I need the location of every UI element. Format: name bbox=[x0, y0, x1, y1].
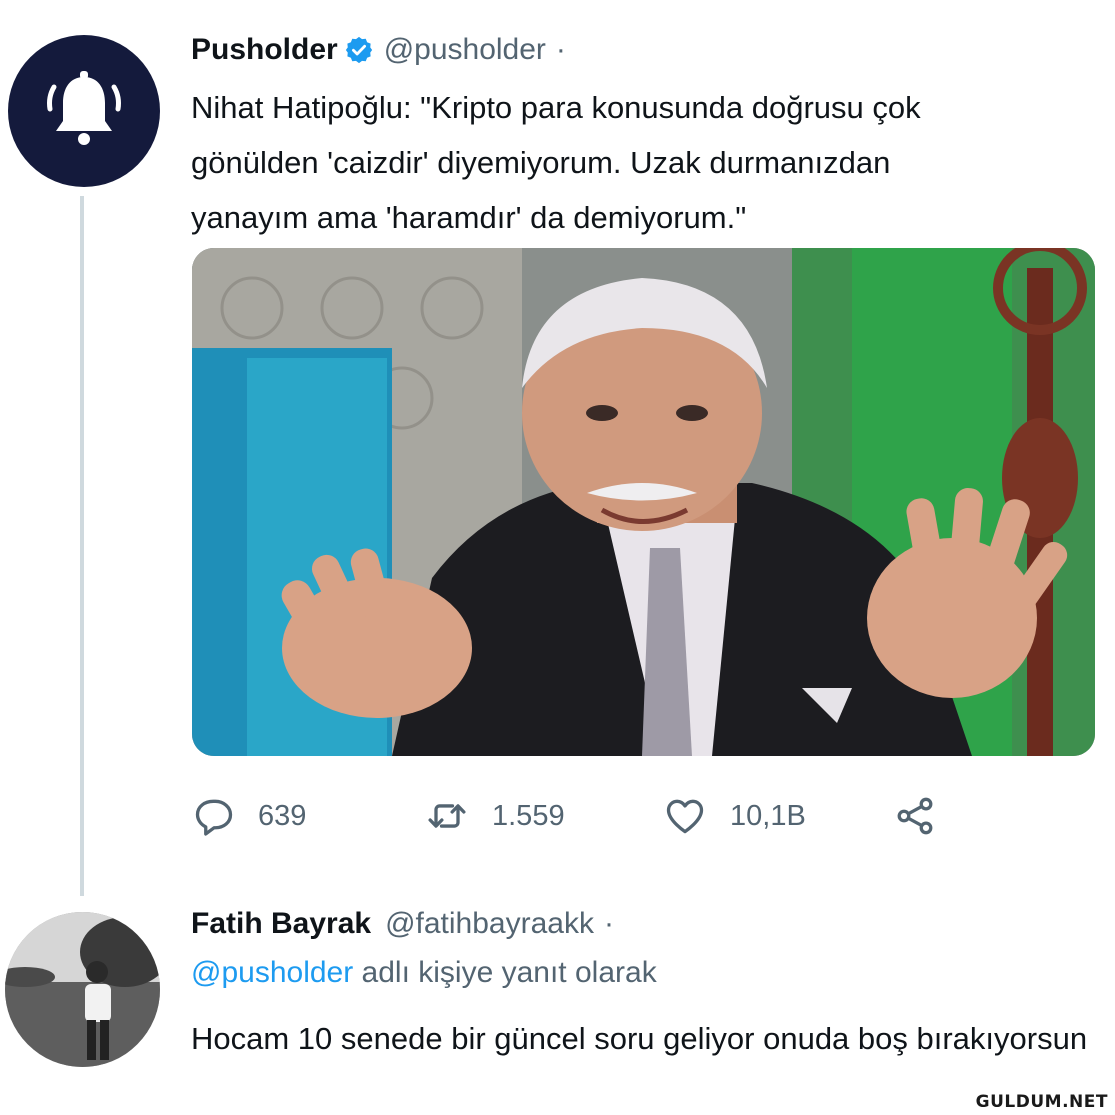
thread-connector-line bbox=[80, 196, 84, 896]
replying-to-suffix: adlı kişiye yanıt olarak bbox=[353, 956, 657, 989]
pusholder-avatar[interactable] bbox=[8, 35, 160, 187]
share-button[interactable] bbox=[892, 788, 938, 844]
reply-count: 639 bbox=[258, 799, 307, 832]
like-count: 10,1B bbox=[730, 799, 806, 832]
fatih-bayrak-avatar[interactable] bbox=[5, 912, 160, 1067]
site-watermark: GULDUM.NET bbox=[972, 1091, 1111, 1113]
reply-icon bbox=[195, 799, 233, 836]
tweet-actions: 639 1.559 10,1B bbox=[192, 788, 972, 844]
author-display-name[interactable]: Pusholder bbox=[191, 33, 338, 67]
heart-icon bbox=[666, 799, 704, 834]
retweet-icon bbox=[428, 804, 466, 828]
header-separator: · bbox=[555, 33, 566, 66]
reply-author-display-name[interactable]: Fatih Bayrak bbox=[191, 907, 371, 941]
retweet-count: 1.559 bbox=[492, 799, 565, 832]
like-button[interactable]: 10,1B bbox=[662, 788, 806, 844]
reply-header-separator: · bbox=[603, 907, 614, 940]
bell-icon bbox=[47, 71, 121, 145]
tweet-photo[interactable] bbox=[192, 248, 1095, 756]
replying-to-mention-link[interactable]: @pusholder bbox=[191, 956, 353, 989]
author-handle[interactable]: @pusholder bbox=[384, 33, 546, 67]
tweet-text: Nihat Hatipoğlu: "Kripto para konusunda … bbox=[191, 90, 921, 235]
reply-button[interactable]: 639 bbox=[192, 788, 306, 844]
tweet-photo-scene bbox=[192, 248, 1095, 756]
reply-text: Hocam 10 senede bir güncel soru geliyor … bbox=[191, 1021, 1088, 1056]
verified-badge-icon bbox=[344, 35, 374, 65]
replying-to-line: @pusholder adlı kişiye yanıt olarak bbox=[191, 956, 657, 990]
tweet-header: Pusholder @pusholder · bbox=[191, 28, 566, 72]
share-icon bbox=[897, 797, 933, 835]
reply-author-handle[interactable]: @fatihbayraakk bbox=[385, 907, 594, 941]
retweet-button[interactable]: 1.559 bbox=[424, 788, 565, 844]
reply-header: Fatih Bayrak @fatihbayraakk · bbox=[191, 902, 614, 946]
avatar-photo-scene bbox=[5, 912, 160, 1067]
